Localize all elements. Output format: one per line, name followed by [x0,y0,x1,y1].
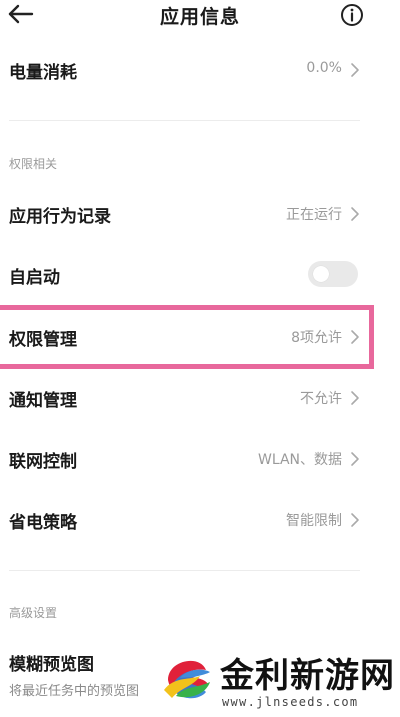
autostart-row: 自启动 [0,249,372,299]
site-logo-icon [164,660,210,699]
app-behavior-record-label: 应用行为记录 [9,207,111,227]
power-saving-strategy-label: 省电策略 [9,513,77,533]
battery-usage-label: 电量消耗 [9,63,77,83]
section-divider [9,570,360,571]
blur-preview-description: 将最近任务中的预览图 [9,684,140,699]
blur-preview-label: 模糊预览图 [9,655,94,675]
chevron-right-icon [351,207,359,221]
power-saving-strategy-value: 智能限制 [286,513,342,529]
chevron-right-icon [351,513,359,527]
app-info-screen: 应用信息 电量消耗 0.0% 权限相关 应用行为记录 正在运行 自启动 权限管理… [0,0,400,717]
network-control-row[interactable]: 联网控制 WLAN、数据 [0,433,372,483]
notification-management-value: 不允许 [300,391,342,407]
toggle-knob [313,266,329,282]
permission-management-row[interactable]: 权限管理 8项允许 [0,311,372,361]
notification-management-label: 通知管理 [9,391,77,411]
section-divider [9,120,360,121]
app-behavior-record-value: 正在运行 [286,207,342,223]
battery-usage-value: 0.0% [306,60,342,76]
permission-management-value: 8项允许 [291,330,342,346]
network-control-value: WLAN、数据 [257,452,342,468]
autostart-label: 自启动 [9,268,60,288]
permission-management-label: 权限管理 [9,330,77,350]
power-saving-strategy-row[interactable]: 省电策略 智能限制 [0,494,372,544]
battery-usage-row[interactable]: 电量消耗 0.0% [0,44,372,94]
watermark-url: www.jlnseeds.com [222,695,359,709]
app-behavior-record-row[interactable]: 应用行为记录 正在运行 [0,188,372,238]
chevron-right-icon [351,391,359,405]
chevron-right-icon [351,452,359,466]
chevron-right-icon [351,63,359,77]
chevron-right-icon [351,330,359,344]
info-circle-icon [341,4,363,26]
autostart-toggle[interactable] [308,261,358,287]
network-control-label: 联网控制 [9,452,77,472]
header-bar: 应用信息 [0,0,400,30]
watermark-title: 金利新游网 [220,656,395,696]
section-heading-advanced: 高级设置 [9,606,58,620]
section-heading-permissions: 权限相关 [9,157,58,171]
site-watermark: 金利新游网 www.jlnseeds.com [150,640,400,717]
notification-management-row[interactable]: 通知管理 不允许 [0,372,372,422]
info-button[interactable] [340,3,364,27]
